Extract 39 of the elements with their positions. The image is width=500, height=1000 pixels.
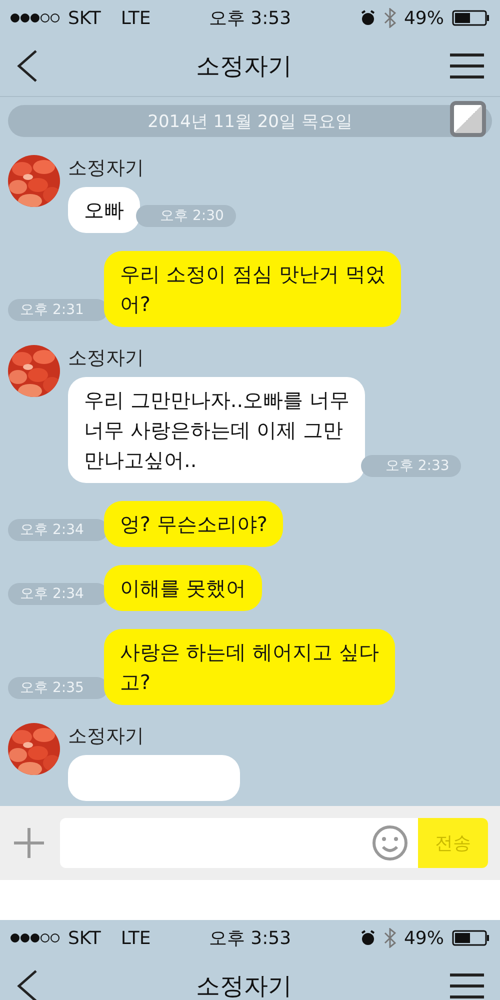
bluetooth-icon: [384, 8, 396, 28]
message-bubble: 우리 소정이 점심 맛난거 먹었 어?: [104, 251, 402, 327]
sender-name: 소정자기: [68, 346, 145, 371]
chat-title: 소정자기: [196, 51, 292, 82]
battery-icon: [452, 930, 490, 946]
image-thumbnail[interactable]: [450, 101, 486, 137]
clock-time: 오후 3:53: [208, 7, 292, 30]
carrier-name: SKT: [68, 928, 101, 948]
network-type: LTE: [120, 8, 151, 28]
message-time: 오후 2:34: [8, 583, 108, 605]
network-type: LTE: [120, 928, 151, 948]
carrier-name: SKT: [68, 8, 101, 28]
bluetooth-icon: [384, 928, 396, 948]
message-time: 오후 2:34: [8, 519, 108, 541]
sender-name: 소정자기: [68, 724, 145, 749]
menu-button[interactable]: [450, 53, 484, 79]
message-bubble: 사랑은 하는데 헤어지고 싶다 고?: [104, 629, 395, 705]
message-time: 오후 2:30: [136, 205, 236, 227]
message-time: 오후 2:33: [361, 455, 462, 477]
clock-time: 오후 3:53: [208, 927, 292, 950]
back-button[interactable]: [16, 969, 38, 1000]
signal-icon: [10, 13, 60, 23]
emoji-button[interactable]: [372, 825, 408, 861]
back-button[interactable]: [16, 49, 38, 83]
alarm-icon: [360, 10, 376, 26]
message-time: 오후 2:35: [8, 677, 108, 699]
message-bubble: 이해를 못했어: [104, 565, 262, 611]
message-bubble: 오빠: [68, 187, 140, 233]
menu-button[interactable]: [450, 973, 484, 999]
battery-percent: 49%: [404, 8, 444, 28]
alarm-icon: [360, 930, 376, 946]
battery-icon: [452, 10, 490, 26]
message-time: 오후 2:31: [8, 299, 108, 321]
message-bubble: 엉? 무슨소리야?: [104, 501, 284, 547]
message-bubble: 우리 그만만나자..오빠를 너무 너무 사랑은하는데 이제 그만 만나고싶어..: [68, 377, 366, 483]
signal-icon: [10, 933, 60, 943]
chat-title: 소정자기: [196, 971, 292, 1000]
battery-percent: 49%: [404, 928, 444, 948]
sender-name: 소정자기: [68, 156, 145, 181]
